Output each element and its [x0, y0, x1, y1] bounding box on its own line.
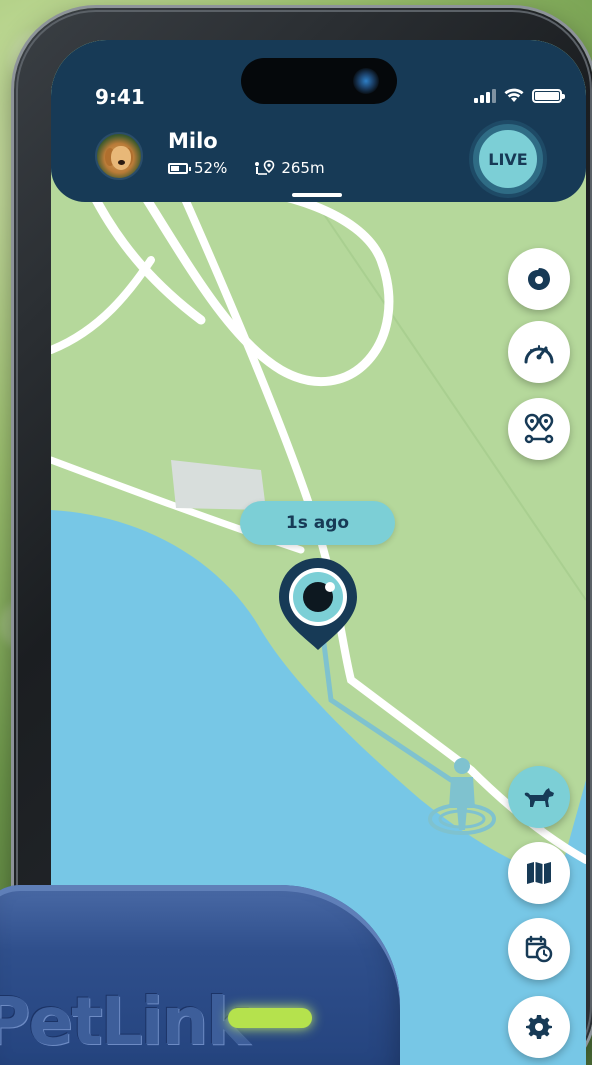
header-drag-handle[interactable]: [292, 193, 342, 197]
gear-icon: [526, 1015, 552, 1039]
distance-value: 265m: [281, 159, 325, 177]
camera-icon: [353, 68, 379, 94]
tracker-battery-icon: [168, 162, 191, 174]
dog-icon: [524, 788, 554, 807]
calendar-clock-icon: [525, 935, 553, 963]
cellular-signal-icon: [474, 88, 496, 103]
device-led-indicator: [228, 1008, 312, 1028]
map-icon: [527, 862, 551, 884]
speedometer-icon: [524, 345, 554, 364]
status-time: 9:41: [95, 85, 145, 109]
pet-avatar[interactable]: [95, 132, 143, 180]
device-brand-logo: PetLink: [0, 983, 250, 1060]
last-update-label: 1s ago: [240, 501, 395, 545]
drop-button[interactable]: [508, 248, 570, 310]
pet-name: Milo: [168, 129, 218, 153]
pet-stats: 52% 265m: [168, 159, 325, 177]
drop-icon: [528, 268, 550, 290]
route-pins-icon: [524, 413, 554, 444]
history-button[interactable]: [508, 918, 570, 980]
map-layers-button[interactable]: [508, 842, 570, 904]
live-tracking-button[interactable]: LIVE: [473, 124, 543, 194]
distance-icon: [255, 160, 275, 175]
petlink-tracker-device: PetLink: [0, 885, 400, 1065]
wifi-icon: [504, 88, 524, 102]
dynamic-island: [241, 58, 397, 104]
tracker-battery-value: 52%: [194, 159, 228, 177]
route-button[interactable]: [508, 398, 570, 460]
pet-mode-button[interactable]: [508, 766, 570, 828]
speed-button[interactable]: [508, 321, 570, 383]
settings-button[interactable]: [508, 996, 570, 1058]
app-header: 9:41 Milo 52% 265m LIVE: [51, 40, 586, 202]
battery-status-icon: [532, 88, 565, 103]
status-icons: [474, 88, 565, 103]
